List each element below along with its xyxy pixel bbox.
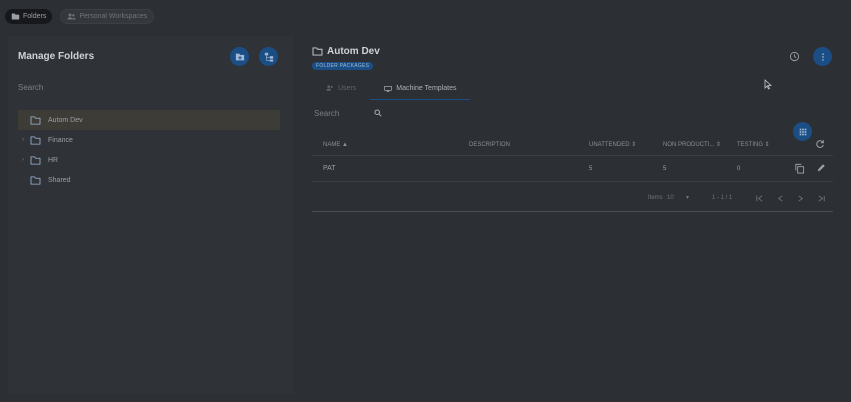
column-header-description[interactable]: DESCRIPTION	[469, 142, 510, 148]
folder-title: Autom Dev	[327, 46, 380, 57]
copy-icon[interactable]	[794, 163, 805, 174]
folder-search-input[interactable]: Search	[18, 83, 43, 92]
templates-search-input[interactable]: Search	[314, 109, 339, 118]
folder-icon	[30, 175, 41, 185]
hierarchy-icon	[264, 52, 273, 62]
machine-templates-table: NAME ▲ DESCRIPTION UNATTENDED ⇕ NON PROD…	[312, 134, 833, 182]
edit-icon[interactable]	[816, 163, 826, 173]
cell-name: PAT	[323, 165, 336, 172]
personal-workspaces-label: Personal Workspaces	[79, 12, 148, 20]
folder-icon	[30, 135, 41, 145]
chevron-right-icon[interactable]: ›	[18, 157, 28, 163]
folder-tree: Autom Dev › Finance › HR Shared	[18, 110, 280, 190]
column-header-unattended[interactable]: UNATTENDED ⇕	[589, 141, 636, 148]
manage-folders-panel: Manage Folders Search Autom Dev › Financ…	[8, 36, 294, 394]
tree-item-finance[interactable]: › Finance	[18, 130, 280, 150]
folder-header: Autom Dev	[312, 46, 380, 57]
cell-unattended: 5	[589, 165, 593, 172]
add-folder-icon	[235, 53, 244, 60]
chevron-right-icon[interactable]: ›	[18, 137, 28, 143]
column-header-testing[interactable]: TESTING ⇕	[737, 141, 770, 148]
tree-item-hr[interactable]: › HR	[18, 150, 280, 170]
more-vert-icon	[821, 52, 824, 61]
table-row[interactable]: PAT 5 5 0	[312, 156, 833, 182]
mouse-cursor-icon	[764, 79, 772, 90]
tab-label: Machine Templates	[396, 85, 457, 92]
folder-packages-badge: FOLDER PACKAGES	[312, 62, 374, 70]
table-pagination: Items 10 ▾ 1 - 1 / 1	[312, 186, 833, 212]
next-page-icon[interactable]	[796, 194, 805, 203]
tab-users[interactable]: Users	[312, 78, 370, 98]
folder-icon	[312, 47, 323, 56]
add-folder-button[interactable]	[230, 47, 249, 66]
tree-item-autom-dev[interactable]: Autom Dev	[18, 110, 280, 130]
folder-icon	[30, 115, 41, 125]
history-icon[interactable]	[789, 51, 800, 62]
table-header: NAME ▲ DESCRIPTION UNATTENDED ⇕ NON PROD…	[312, 134, 833, 156]
folder-icon	[30, 155, 41, 165]
tree-item-label: Finance	[48, 136, 73, 144]
first-page-icon[interactable]	[755, 194, 764, 203]
previous-page-icon[interactable]	[776, 194, 785, 203]
panel-title: Manage Folders	[18, 51, 95, 62]
column-header-nonproduction[interactable]: NON PRODUCTI... ⇕	[663, 141, 721, 148]
chevron-down-icon[interactable]: ▾	[686, 194, 689, 201]
tree-item-label: Shared	[48, 176, 71, 184]
tree-item-shared[interactable]: Shared	[18, 170, 280, 190]
folders-chip[interactable]: Folders	[5, 8, 53, 24]
folder-tabs: Users Machine Templates	[312, 78, 471, 100]
more-options-button[interactable]	[813, 47, 832, 66]
folders-chip-label: Folders	[23, 12, 47, 20]
tab-machine-templates[interactable]: Machine Templates	[370, 78, 471, 100]
users-icon	[326, 85, 333, 91]
tree-item-label: HR	[48, 156, 59, 164]
refresh-icon[interactable]	[815, 139, 825, 149]
hierarchy-button[interactable]	[259, 47, 278, 66]
page-range: 1 - 1 / 1	[712, 195, 733, 201]
folder-details-panel: Autom Dev FOLDER PACKAGES Users Machine …	[302, 36, 843, 394]
column-header-name[interactable]: NAME ▲	[323, 142, 348, 148]
last-page-icon[interactable]	[817, 194, 826, 203]
cell-nonproduction: 5	[663, 165, 667, 172]
tab-label: Users	[338, 84, 357, 92]
search-icon[interactable]	[374, 109, 382, 117]
users-icon	[67, 13, 76, 19]
cell-testing: 0	[737, 165, 741, 172]
monitor-icon	[384, 85, 392, 92]
top-bar: Folders Personal Workspaces	[0, 0, 851, 32]
items-per-page-label: Items	[648, 195, 663, 201]
tree-item-label: Autom Dev	[48, 116, 83, 124]
folder-icon	[11, 13, 20, 19]
personal-workspaces-chip[interactable]: Personal Workspaces	[60, 8, 155, 24]
page-size-select[interactable]: 10	[667, 195, 674, 201]
